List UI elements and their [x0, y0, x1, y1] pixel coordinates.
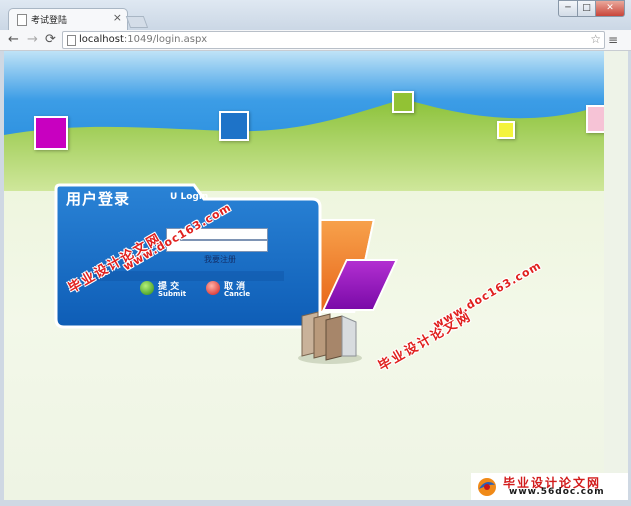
decor-square-yellow — [497, 121, 515, 139]
url-host: localhost — [79, 34, 124, 45]
decor-square-green — [392, 91, 414, 113]
submit-button[interactable]: 提 交 Submit — [140, 279, 196, 301]
forward-arrow-icon[interactable]: → — [27, 32, 38, 47]
maximize-button[interactable]: □ — [577, 0, 596, 17]
site-logo: 毕业设计论文网 www.56doc.com — [471, 473, 628, 500]
cancel-button[interactable]: 取 消 Cancle — [206, 279, 262, 301]
decor-square-pink — [586, 105, 604, 133]
cancel-label-en: Cancle — [224, 290, 251, 298]
reload-icon[interactable]: ⟳ — [45, 32, 56, 47]
decor-square-blue — [219, 111, 249, 141]
register-link[interactable]: 我要注册 — [204, 254, 236, 265]
submit-label-en: Submit — [158, 290, 187, 298]
watermark-url: www.doc163.com — [431, 258, 544, 332]
browser-window: 考试登陆 × ─ □ ✕ ← → ⟳ localhost:1049/login.… — [0, 0, 631, 506]
minimize-button[interactable]: ─ — [558, 0, 578, 17]
close-tab-icon[interactable]: × — [113, 11, 122, 24]
page-icon — [17, 14, 27, 26]
login-title: 用户登录 — [66, 190, 131, 208]
tab-strip: 考试登陆 × ─ □ ✕ — [0, 0, 631, 31]
login-scene: 用户登录 U Login 码: 我要注册 提 交 Submit 取 消 Canc… — [4, 51, 604, 500]
login-panel: 用户登录 U Login 码: 我要注册 提 交 Submit 取 消 Canc… — [54, 183, 322, 329]
page-icon — [67, 35, 76, 46]
logo-icon — [478, 478, 496, 496]
page-viewport: 用户登录 U Login 码: 我要注册 提 交 Submit 取 消 Canc… — [4, 51, 628, 500]
menu-icon[interactable]: ≡ — [608, 33, 618, 47]
stop-hand-icon — [206, 281, 220, 295]
login-title-en: U Login — [170, 192, 208, 202]
browser-toolbar: ← → ⟳ localhost:1049/login.aspx ☆ ≡ — [0, 30, 631, 51]
login-title-en-initial: U — [170, 192, 178, 202]
address-bar[interactable]: localhost:1049/login.aspx ☆ — [62, 31, 605, 49]
tab-title: 考试登陆 — [31, 16, 68, 26]
new-tab-button[interactable] — [125, 16, 149, 28]
decor-square-magenta — [34, 116, 68, 150]
checkmark-icon — [140, 281, 154, 295]
close-window-button[interactable]: ✕ — [595, 0, 625, 17]
bookmark-star-icon[interactable]: ☆ — [590, 32, 601, 46]
file-box-stack-icon — [298, 311, 362, 364]
url-text: localhost:1049/login.aspx — [79, 34, 207, 45]
url-path: :1049/login.aspx — [123, 34, 208, 45]
login-title-en-word: Login — [180, 192, 209, 202]
scrollbar-track[interactable] — [604, 51, 628, 500]
browser-tab[interactable]: 考试登陆 × — [8, 8, 128, 31]
back-arrow-icon[interactable]: ← — [8, 32, 19, 47]
logo-url: www.56doc.com — [509, 487, 605, 497]
